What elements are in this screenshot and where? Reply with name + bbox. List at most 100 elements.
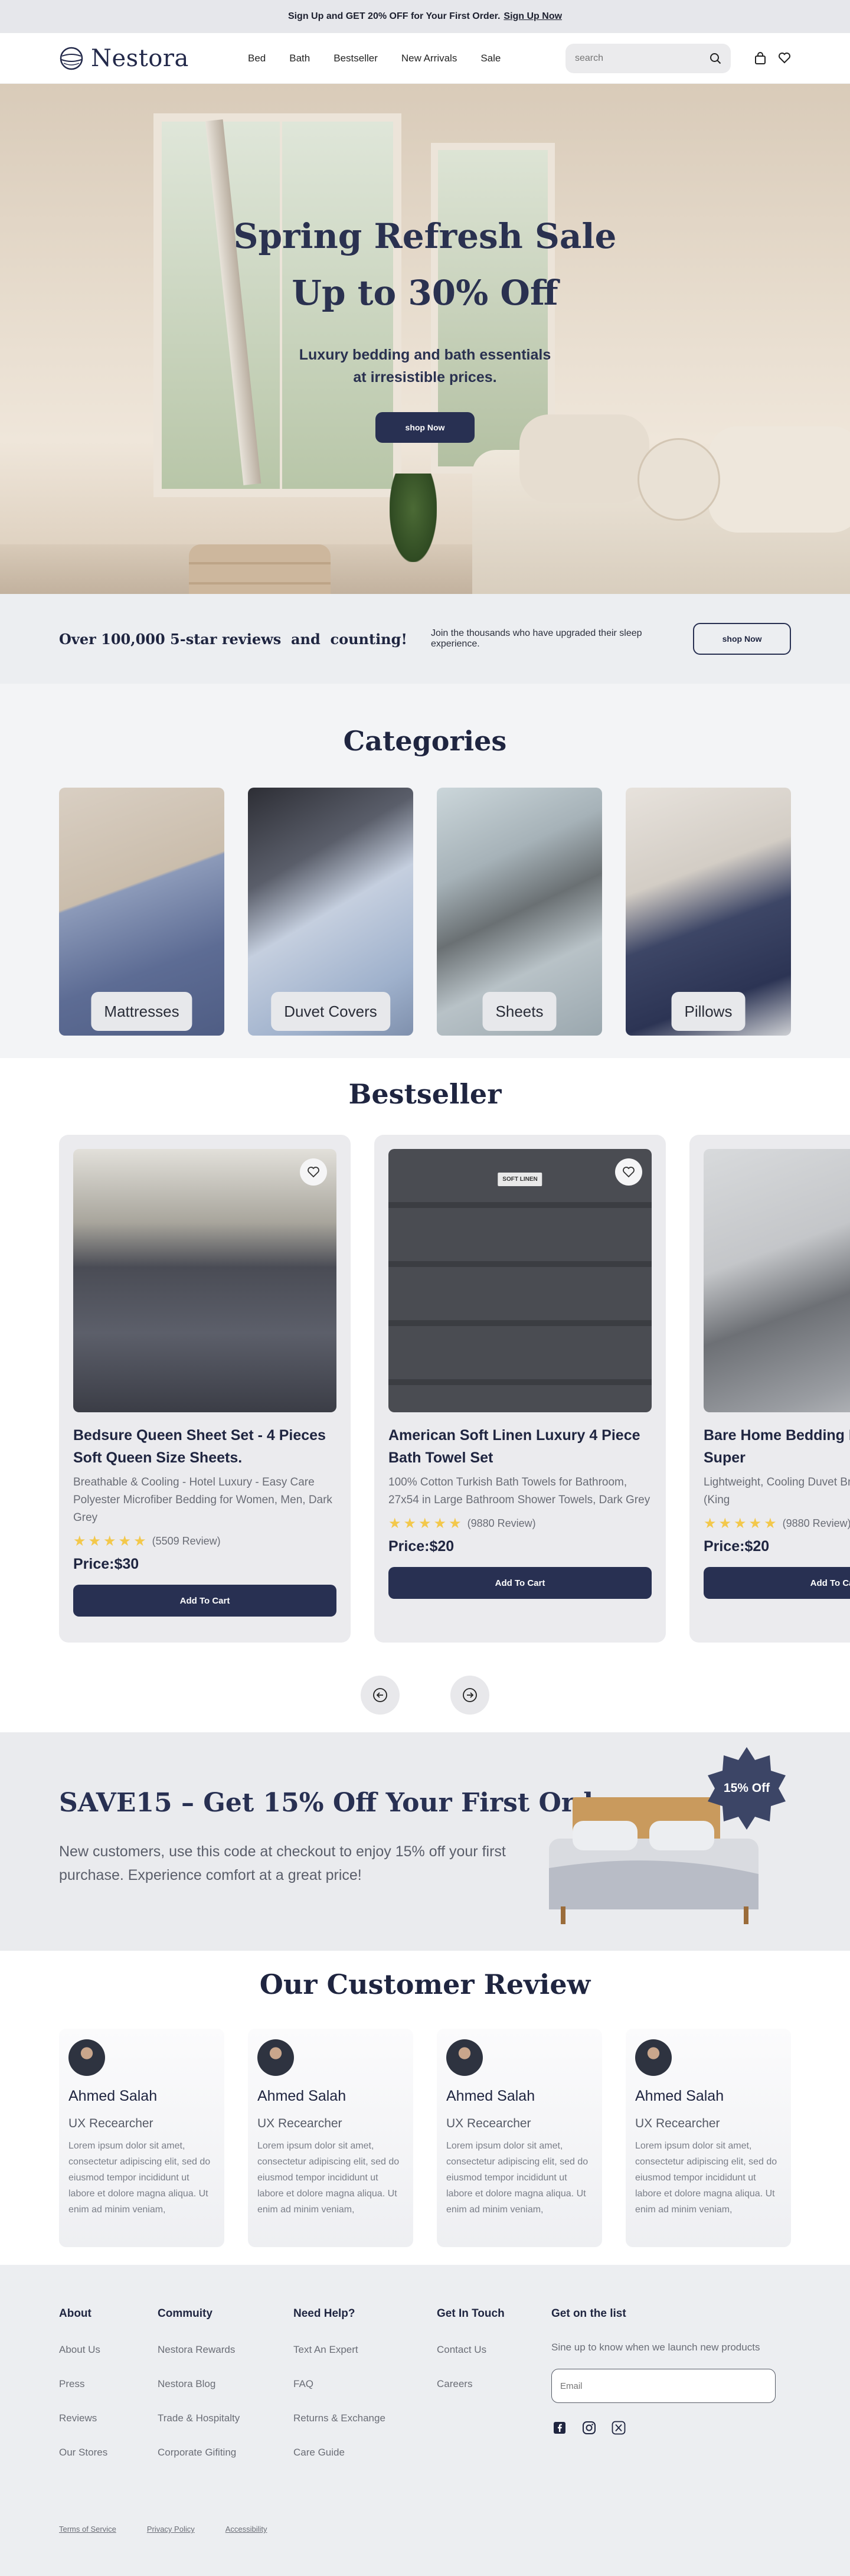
nav-item-bath[interactable]: Bath xyxy=(289,53,310,64)
footer-link[interactable]: Reviews xyxy=(59,2412,158,2424)
sign-up-link[interactable]: Sign Up Now xyxy=(504,11,562,22)
footer-link[interactable]: Corporate Gifiting xyxy=(158,2447,293,2459)
product-card[interactable]: Bare Home Bedding Premium 1800 Super Lig… xyxy=(689,1135,850,1643)
terms-link[interactable]: Terms of Service xyxy=(59,2525,116,2533)
footer-link[interactable]: Text An Expert xyxy=(293,2344,437,2356)
review-card: Ahmed Salah UX Recearcher Lorem ipsum do… xyxy=(437,2029,602,2247)
product-description: 100% Cotton Turkish Bath Towels for Bath… xyxy=(388,1476,650,1506)
review-text: Lorem ipsum dolor sit amet, consectetur … xyxy=(446,2141,589,2215)
footer-link[interactable]: Our Stores xyxy=(59,2447,158,2459)
newsletter-heading: Get on the list xyxy=(551,2307,626,2320)
product-rating: ★★★★★ (5509 Review) xyxy=(73,1533,336,1550)
product-card[interactable]: SOFT LINEN American Soft Linen Luxury 4 … xyxy=(374,1135,666,1643)
footer-columns: About About Us Press Reviews Our Stores … xyxy=(59,2307,791,2459)
product-name[interactable]: Bedsure Queen Sheet Set - 4 Pieces Soft … xyxy=(73,1424,336,1469)
footer-heading: Need Help? xyxy=(293,2307,355,2320)
product-image-sheet-set[interactable] xyxy=(73,1149,336,1412)
category-card-pillows[interactable]: Pillows xyxy=(626,788,791,1036)
category-card-sheets[interactable]: Sheets xyxy=(437,788,602,1036)
hero-title-line1: Spring Refresh Sale xyxy=(233,216,617,256)
x-icon[interactable] xyxy=(610,2420,627,2436)
social-links xyxy=(551,2420,776,2436)
footer-link[interactable]: FAQ xyxy=(293,2378,437,2390)
product-name[interactable]: American Soft Linen Luxury 4 Piece Bath … xyxy=(388,1424,652,1469)
arrow-right-icon[interactable] xyxy=(450,1676,489,1715)
categories-title: Categories xyxy=(343,725,507,757)
band-shop-now-button[interactable]: shop Now xyxy=(693,623,791,655)
add-to-cart-button[interactable]: Add To Cart xyxy=(388,1567,652,1599)
footer-link[interactable]: Trade & Hospitalty xyxy=(158,2412,293,2424)
footer-col-contact: Get In Touch Contact Us Careers xyxy=(437,2307,551,2459)
facebook-icon[interactable] xyxy=(551,2420,568,2436)
arrow-left-icon[interactable] xyxy=(361,1676,400,1715)
logo-text: Nestora xyxy=(91,44,189,72)
footer-col-about: About About Us Press Reviews Our Stores xyxy=(59,2307,158,2459)
header-icons xyxy=(754,51,791,65)
footer-link[interactable]: Care Guide xyxy=(293,2447,437,2459)
reviewer-name: Ahmed Salah xyxy=(68,2088,158,2104)
nav-item-bed[interactable]: Bed xyxy=(248,53,266,64)
product-rating: ★★★★★ (9880 Review) xyxy=(388,1515,652,1532)
reviewer-name: Ahmed Salah xyxy=(446,2088,535,2104)
reviewer-name: Ahmed Salah xyxy=(635,2088,724,2104)
site-footer: About About Us Press Reviews Our Stores … xyxy=(0,2265,850,2576)
nav-item-new-arrivals[interactable]: New Arrivals xyxy=(401,53,457,64)
footer-link[interactable]: Contact Us xyxy=(437,2344,551,2356)
add-to-cart-button[interactable]: Add To Cart xyxy=(704,1567,850,1599)
review-card: Ahmed Salah UX Recearcher Lorem ipsum do… xyxy=(59,2029,224,2247)
heart-icon[interactable] xyxy=(778,52,791,64)
footer-link[interactable]: Nestora Rewards xyxy=(158,2344,293,2356)
accessibility-link[interactable]: Accessibility xyxy=(225,2525,267,2533)
reviews-title: Our Customer Review xyxy=(259,1968,591,2000)
category-card-mattresses[interactable]: Mattresses xyxy=(59,788,224,1036)
reviews-band: Over 100,000 5-star reviews and counting… xyxy=(0,594,850,684)
legal-links: Terms of Service Privacy Policy Accessib… xyxy=(59,2525,267,2533)
footer-link[interactable]: About Us xyxy=(59,2344,158,2356)
bestseller-section: Bestseller Bedsure Queen Sheet Set - 4 P… xyxy=(0,1058,850,1732)
hero-title-line2: Up to 30% Off xyxy=(292,273,558,313)
search-icon[interactable] xyxy=(710,53,721,64)
hero-subtitle-line1: Luxury bedding and bath essentials xyxy=(299,347,551,363)
nav-item-sale[interactable]: Sale xyxy=(480,53,501,64)
product-name[interactable]: Bare Home Bedding Premium 1800 Super xyxy=(704,1424,850,1469)
site-header: Nestora Bed Bath Bestseller New Arrivals… xyxy=(0,33,850,84)
email-field[interactable] xyxy=(551,2369,776,2403)
footer-link[interactable]: Press xyxy=(59,2378,158,2390)
footer-col-community: Commuity Nestora Rewards Nestora Blog Tr… xyxy=(158,2307,293,2459)
band-title: Over 100,000 5-star reviews and counting… xyxy=(59,630,407,648)
avatar xyxy=(635,2039,672,2076)
wishlist-heart-icon[interactable] xyxy=(615,1158,642,1186)
footer-heading: Get In Touch xyxy=(437,2307,505,2320)
category-card-duvet-covers[interactable]: Duvet Covers xyxy=(248,788,413,1036)
band-text: Join the thousands who have upgraded the… xyxy=(430,628,642,649)
logo[interactable]: Nestora xyxy=(59,45,248,72)
instagram-icon[interactable] xyxy=(581,2420,597,2436)
announcement-bar: Sign Up and GET 20% OFF for Your First O… xyxy=(0,0,850,33)
reviewer-role: UX Recearcher xyxy=(635,2117,720,2130)
hero-shop-now-button[interactable]: shop Now xyxy=(375,412,475,443)
avatar xyxy=(257,2039,294,2076)
promo-text: New customers, use this code at checkout… xyxy=(59,1843,506,1883)
product-image-duvet[interactable] xyxy=(704,1149,850,1412)
footer-link[interactable]: Nestora Blog xyxy=(158,2378,293,2390)
nav-item-bestseller[interactable]: Bestseller xyxy=(334,53,378,64)
product-image-towel-set[interactable]: SOFT LINEN xyxy=(388,1149,652,1412)
star-rating-icon: ★★★★★ xyxy=(704,1516,779,1532)
footer-link[interactable]: Returns & Exchange xyxy=(293,2412,437,2424)
category-label: Pillows xyxy=(671,992,746,1031)
product-description: Lightweight, Cooling Duvet Breathable Be… xyxy=(704,1476,850,1506)
footer-heading: Commuity xyxy=(158,2307,212,2320)
search-input[interactable] xyxy=(575,53,693,64)
add-to-cart-button[interactable]: Add To Cart xyxy=(73,1585,336,1617)
reviewer-role: UX Recearcher xyxy=(68,2117,153,2130)
hero-round-pillow xyxy=(638,438,720,521)
footer-link[interactable]: Careers xyxy=(437,2378,551,2390)
bag-icon[interactable] xyxy=(754,51,766,65)
wishlist-heart-icon[interactable] xyxy=(300,1158,327,1186)
hero-banner: Spring Refresh Sale Up to 30% Off Luxury… xyxy=(0,84,850,594)
privacy-link[interactable]: Privacy Policy xyxy=(147,2525,195,2533)
product-card[interactable]: Bedsure Queen Sheet Set - 4 Pieces Soft … xyxy=(59,1135,351,1643)
review-card: Ahmed Salah UX Recearcher Lorem ipsum do… xyxy=(248,2029,413,2247)
main-nav: Bed Bath Bestseller New Arrivals Sale xyxy=(248,53,501,64)
review-text: Lorem ipsum dolor sit amet, consectetur … xyxy=(257,2141,400,2215)
